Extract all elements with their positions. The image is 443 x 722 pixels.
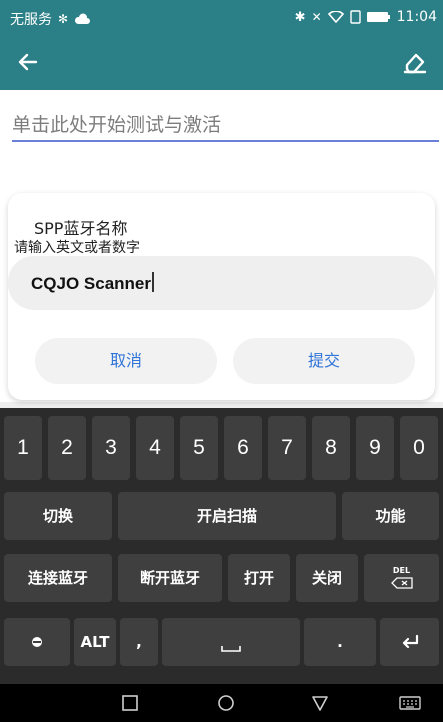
connect-bluetooth-key[interactable]: 连接蓝牙	[4, 554, 112, 602]
key-4[interactable]: 4	[136, 416, 174, 480]
app-bar	[0, 34, 443, 90]
enter-icon	[402, 634, 418, 649]
recent-apps-icon[interactable]	[120, 693, 140, 713]
emoji-key[interactable]	[4, 618, 70, 666]
keyboard-icon[interactable]	[398, 693, 422, 713]
bluetooth-icon: ✱	[294, 9, 306, 25]
key-9[interactable]: 9	[356, 416, 394, 480]
key-0[interactable]: 0	[400, 416, 438, 480]
open-key[interactable]: 打开	[228, 554, 290, 602]
system-nav-bar	[0, 684, 443, 722]
status-bar: 无服务 ✻ ✱ ✕ 11:04	[0, 0, 443, 34]
comma-key[interactable]: ,	[120, 618, 158, 666]
key-7[interactable]: 7	[268, 416, 306, 480]
battery-icon	[366, 12, 390, 22]
settings-small-icon: ✻	[58, 12, 69, 26]
key-3[interactable]: 3	[92, 416, 130, 480]
cloud-icon	[75, 13, 91, 24]
key-1[interactable]: 1	[4, 416, 42, 480]
input-value: CQJO Scanner	[31, 274, 151, 293]
key-8[interactable]: 8	[312, 416, 350, 480]
back-arrow-icon[interactable]	[14, 48, 42, 76]
space-bar-icon	[221, 646, 241, 652]
key-5[interactable]: 5	[180, 416, 218, 480]
key-2[interactable]: 2	[48, 416, 86, 480]
status-left: 无服务 ✻	[10, 9, 91, 29]
activate-underline	[12, 140, 439, 142]
delete-key[interactable]: DEL	[364, 554, 439, 602]
dialog-hint: 请输入英文或者数字	[14, 240, 140, 256]
status-time: 11:04	[396, 9, 437, 25]
disconnect-bluetooth-key[interactable]: 断开蓝牙	[118, 554, 222, 602]
dialog-title: SPP蓝牙名称	[34, 219, 128, 238]
keyboard: 1 2 3 4 5 6 7 8 9 0 切换 开启扫描 功能 连接蓝牙 断开蓝牙…	[0, 408, 443, 684]
space-key[interactable]	[162, 618, 300, 666]
delete-label: DEL	[392, 566, 411, 575]
text-cursor	[152, 272, 154, 292]
bluetooth-name-dialog: SPP蓝牙名称 请输入英文或者数字 CQJO Scanner 取消 提交	[8, 193, 435, 400]
enter-key[interactable]	[380, 618, 439, 666]
sim-icon	[349, 10, 361, 24]
input-value-wrap: CQJO Scanner	[31, 272, 154, 294]
eraser-icon[interactable]	[401, 48, 429, 76]
circle-toggle-icon	[32, 637, 42, 647]
start-scan-key[interactable]: 开启扫描	[118, 492, 336, 540]
back-nav-icon[interactable]	[310, 693, 330, 713]
submit-button[interactable]: 提交	[233, 338, 415, 384]
carrier-text: 无服务	[10, 12, 52, 28]
close-key[interactable]: 关闭	[296, 554, 358, 602]
function-key[interactable]: 功能	[342, 492, 439, 540]
period-key[interactable]: .	[304, 618, 376, 666]
bluetooth-name-input[interactable]: CQJO Scanner	[8, 256, 435, 310]
home-icon[interactable]	[216, 693, 236, 713]
cancel-button[interactable]: 取消	[35, 338, 217, 384]
status-right: ✱ ✕ 11:04	[295, 9, 437, 25]
backspace-icon	[390, 577, 413, 589]
activate-test-link[interactable]: 单击此处开始测试与激活	[12, 110, 432, 140]
mute-icon: ✕	[311, 10, 322, 24]
key-6[interactable]: 6	[224, 416, 262, 480]
wifi-icon	[327, 11, 344, 23]
alt-key[interactable]: ALT	[74, 618, 116, 666]
switch-key[interactable]: 切换	[4, 492, 112, 540]
